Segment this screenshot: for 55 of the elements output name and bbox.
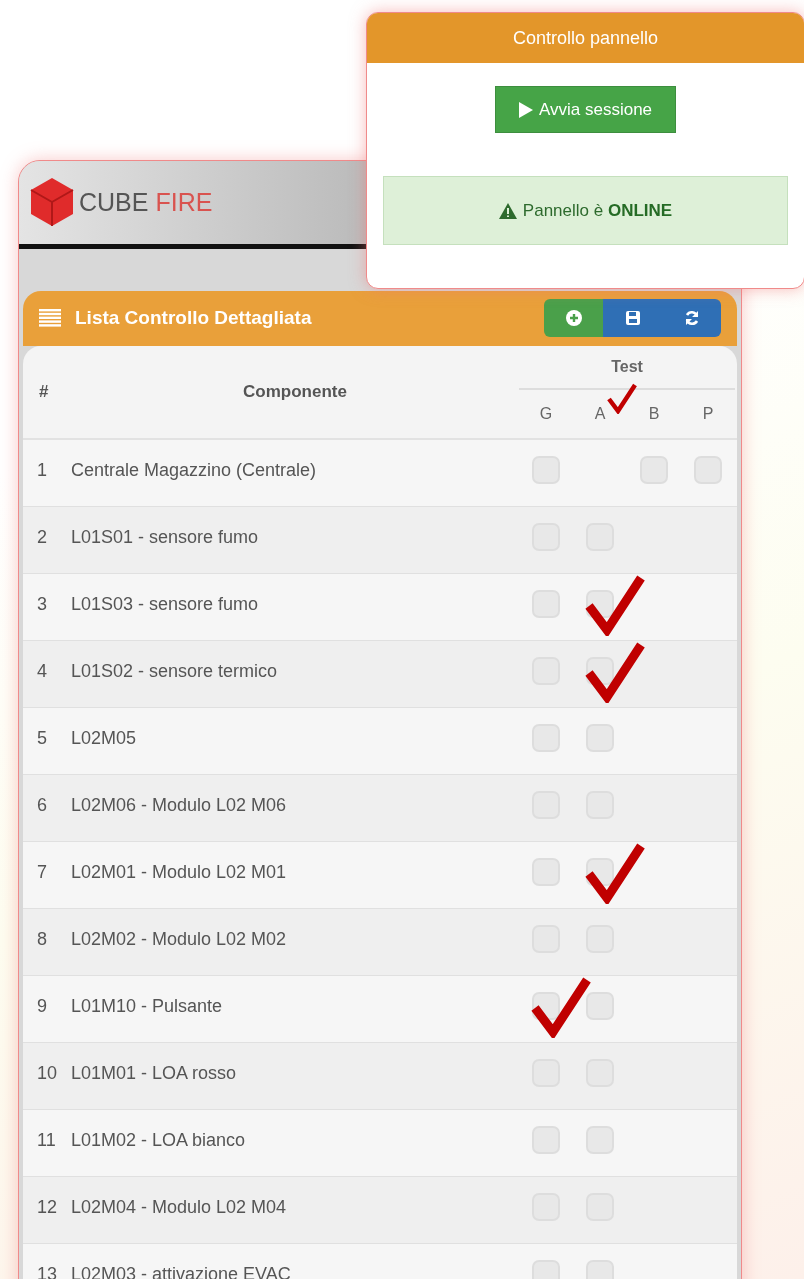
column-header: G	[539, 405, 553, 423]
checkbox[interactable]	[532, 1126, 560, 1154]
column-group-header: Test	[519, 346, 735, 390]
component-name: L02M06 - Modulo L02 M06	[71, 794, 288, 817]
component-name: L01S03 - sensore fumo	[71, 593, 260, 616]
save-icon	[623, 309, 642, 328]
component-name: L02M04 - Modulo L02 M04	[71, 1196, 288, 1219]
plus-circle-icon	[564, 309, 583, 328]
column-header: P	[702, 405, 714, 423]
component-name: L01S02 - sensore termico	[71, 660, 279, 683]
play-icon	[518, 101, 533, 118]
checkbox[interactable]	[586, 724, 614, 752]
checkbox[interactable]	[532, 590, 560, 618]
checkbox[interactable]	[532, 858, 560, 886]
component-name: L01M10 - Pulsante	[71, 995, 224, 1018]
column-header: Componente	[242, 381, 348, 403]
checkbox[interactable]	[532, 456, 560, 484]
row-number: 5	[36, 727, 48, 750]
status-text: Pannello è ONLINE	[522, 200, 673, 221]
column-header: #	[38, 381, 50, 403]
component-name: L01M02 - LOA bianco	[71, 1129, 247, 1152]
save-button[interactable]	[603, 299, 662, 338]
cube-logo-icon	[29, 176, 75, 229]
checkbox[interactable]	[586, 992, 614, 1020]
checkbox[interactable]	[694, 456, 722, 484]
row-number: 3	[36, 593, 48, 616]
row-number: 11	[36, 1129, 57, 1152]
row-number: 2	[36, 526, 48, 549]
checkbox[interactable]	[586, 1126, 614, 1154]
component-name: L02M05	[71, 727, 138, 750]
row-number: 1	[36, 459, 48, 482]
panel-title: Lista Controllo Dettagliata	[75, 307, 313, 330]
row-number: 8	[36, 928, 48, 951]
checkbox[interactable]	[640, 456, 668, 484]
row-number: 10	[36, 1062, 59, 1085]
component-name: L01S01 - sensore fumo	[71, 526, 260, 549]
component-name: L02M01 - Modulo L02 M01	[71, 861, 288, 884]
list-icon	[39, 309, 61, 328]
component-name: L02M02 - Modulo L02 M02	[71, 928, 288, 951]
row-number: 4	[36, 660, 48, 683]
row-number: 12	[36, 1196, 59, 1219]
refresh-button[interactable]	[662, 299, 721, 338]
add-button[interactable]	[544, 299, 603, 338]
app-logo-text: CUBE FIRE	[79, 187, 213, 217]
warning-icon	[498, 202, 517, 219]
row-number: 6	[36, 794, 48, 817]
popup-title: Controllo pannello	[367, 13, 804, 63]
column-header: A	[594, 405, 606, 423]
start-session-button[interactable]: Avvia sessione	[495, 86, 676, 133]
component-name: L01M01 - LOA rosso	[71, 1062, 238, 1085]
row-number: 7	[36, 861, 48, 884]
column-header: B	[648, 405, 660, 423]
row-number: 9	[36, 995, 48, 1018]
checkbox[interactable]	[532, 724, 560, 752]
component-name: Centrale Magazzino (Centrale)	[71, 459, 318, 482]
